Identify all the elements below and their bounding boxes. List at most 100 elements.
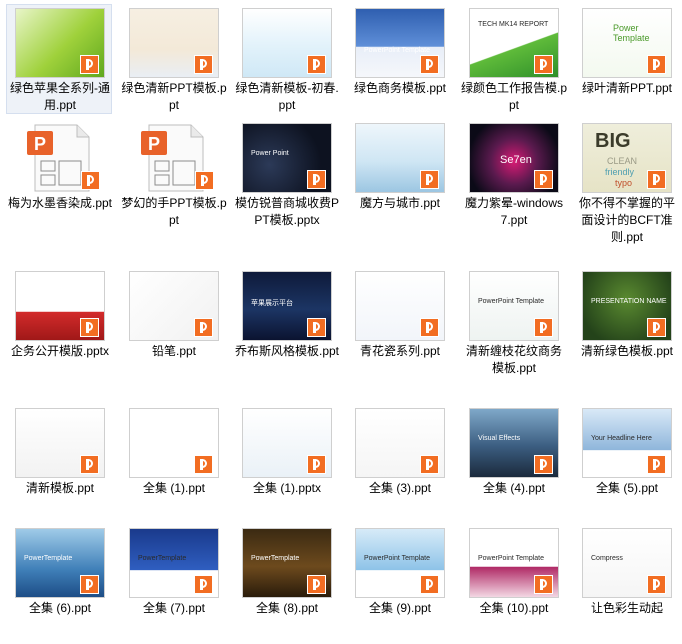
file-thumbnail[interactable]: Power Point [242,123,332,193]
file-name-label: 全集 (4).ppt [482,481,546,495]
file-item[interactable]: 绿色清新PPT模板.ppt [120,4,227,114]
file-name-label: 清新模板.ppt [25,481,95,495]
file-item[interactable]: Compress 让色彩生动起 [573,524,679,644]
file-item[interactable]: PowerTemplate 全集 (8).ppt [233,524,339,644]
file-thumbnail[interactable]: PowerPoint Template [469,528,559,598]
file-thumbnail[interactable]: P [129,123,219,193]
file-item[interactable]: PowerTemplate 全集 (6).ppt [6,524,112,644]
file-name-label: 铅笔.ppt [151,344,197,358]
file-thumbnail[interactable] [15,408,105,478]
svg-text:P: P [148,134,160,154]
file-item[interactable]: Power Template 绿叶清新PPT.ppt [573,4,679,114]
file-item[interactable]: Visual Effects 全集 (4).ppt [460,404,566,519]
powerpoint-icon [307,170,326,189]
file-thumbnail[interactable]: PRESENTATION NAME [582,271,672,341]
file-name-label: 全集 (10).ppt [479,601,549,615]
powerpoint-icon [194,455,213,474]
file-thumbnail[interactable]: PowerTemplate [129,528,219,598]
file-item[interactable]: 绿色清新模板-初春.ppt [233,4,339,114]
file-thumbnail[interactable] [242,8,332,78]
file-item[interactable]: PRESENTATION NAME 清新绿色模板.ppt [573,267,679,397]
powerpoint-icon [647,575,666,594]
file-name-label: 全集 (9).ppt [368,601,432,615]
thumbnail-caption: PRESENTATION NAME [591,298,667,305]
file-thumbnail[interactable] [129,8,219,78]
file-item[interactable]: 全集 (1).ppt [120,404,226,519]
file-thumbnail[interactable] [15,271,105,341]
file-item[interactable]: P 梦幻的手PPT模板.ppt [120,119,227,264]
file-item[interactable]: 铅笔.ppt [120,267,226,397]
powerpoint-icon [420,455,439,474]
file-item[interactable]: 全集 (3).ppt [346,404,452,519]
powerpoint-icon [195,171,214,190]
file-thumbnail[interactable]: Your Headline Here [582,408,672,478]
file-item[interactable]: 绿色苹果全系列-通用.ppt [6,4,112,114]
file-item[interactable]: Your Headline Here 全集 (5).ppt [573,404,679,519]
file-item[interactable]: PowerPoint Template 清新缠枝花纹商务模板.ppt [460,267,566,397]
file-name-label: 魔力紫晕-windows7.ppt [464,196,564,227]
file-item[interactable]: PowerTemplate 全集 (7).ppt [120,524,226,644]
file-item[interactable]: 青花瓷系列.ppt [346,267,452,397]
file-thumbnail[interactable]: TECH MK14 REPORT [469,8,559,78]
file-thumbnail[interactable]: Se7en [469,123,559,193]
file-item[interactable]: PowerPoint Template 绿色商务模板.ppt [346,4,452,114]
file-thumbnail[interactable] [242,408,332,478]
powerpoint-icon [307,455,326,474]
file-item[interactable]: P 梅为水墨香染成.ppt [6,119,112,264]
file-thumbnail[interactable]: PowerPoint Template [355,528,445,598]
file-name-label: 清新缠枝花纹商务模板.ppt [465,344,562,375]
thumbnail-caption: 苹果展示平台 [251,300,293,307]
file-thumbnail[interactable]: PowerTemplate [15,528,105,598]
file-item[interactable]: 苹果展示平台乔布斯风格模板.ppt [233,267,339,397]
file-item[interactable]: Power Point 模仿锐普商城收费PPT模板.pptx [233,119,339,264]
thumbnail-caption: PowerTemplate [138,555,187,562]
file-thumbnail[interactable]: 苹果展示平台 [242,271,332,341]
powerpoint-icon [420,170,439,189]
file-name-label: 企务公开模版.pptx [10,344,110,358]
file-thumbnail[interactable]: BIG CLEAN friendly typo [582,123,672,193]
file-thumbnail[interactable] [129,271,219,341]
powerpoint-icon [194,575,213,594]
file-name-label: 绿色苹果全系列-通用.ppt [10,81,110,112]
file-item[interactable]: Se7en 魔力紫晕-windows7.ppt [460,119,566,264]
file-thumbnail[interactable]: Power Template [582,8,672,78]
file-item[interactable]: BIG CLEAN friendly typo 你不得不掌握的平面设计的BCFT准则.p… [573,119,679,264]
file-thumbnail[interactable]: PowerPoint Template [355,8,445,78]
file-name-label: 全集 (1).ppt [142,481,206,495]
file-thumbnail[interactable] [355,408,445,478]
powerpoint-icon [534,55,553,74]
file-thumbnail[interactable]: PowerTemplate [242,528,332,598]
file-thumbnail[interactable]: Compress [582,528,672,598]
file-item[interactable]: PowerPoint Template 全集 (9).ppt [346,524,452,644]
file-name-label: 绿叶清新PPT.ppt [581,81,673,95]
file-item[interactable]: 企务公开模版.pptx [6,267,112,397]
file-thumbnail[interactable] [355,123,445,193]
file-name-label: 青花瓷系列.ppt [359,344,441,358]
file-name-label: 绿颜色工作报告模.ppt [461,81,568,112]
powerpoint-icon [307,55,326,74]
thumbnail-caption: Power Point [251,150,289,157]
file-name-label: 绿色清新模板-初春.ppt [235,81,339,112]
file-thumbnail[interactable] [355,271,445,341]
powerpoint-icon [420,55,439,74]
file-name-label: 绿色商务模板.ppt [353,81,447,95]
thumbnail-caption: Compress [591,555,623,562]
file-item[interactable]: TECH MK14 REPORT 绿颜色工作报告模.ppt [460,4,568,114]
file-name-label: 乔布斯风格模板.ppt [234,344,340,358]
file-item[interactable]: PowerPoint Template 全集 (10).ppt [460,524,566,644]
file-item[interactable]: 清新模板.ppt [6,404,112,519]
file-thumbnail[interactable]: PowerPoint Template [469,271,559,341]
thumbnail-caption: TECH MK14 REPORT [478,21,549,28]
file-item[interactable]: 全集 (1).pptx [233,404,339,519]
file-thumbnail[interactable]: Visual Effects [469,408,559,478]
thumbnail-caption: PowerTemplate [24,555,73,562]
thumbnail-caption: Visual Effects [478,435,521,442]
file-thumbnail[interactable] [15,8,105,78]
thumbnail-caption: Se7en [500,154,532,166]
powerpoint-icon [81,171,100,190]
file-thumbnail[interactable] [129,408,219,478]
powerpoint-icon [534,318,553,337]
file-item[interactable]: 魔方与城市.ppt [346,119,452,264]
file-thumbnail[interactable]: P [15,123,105,193]
powerpoint-icon [307,575,326,594]
